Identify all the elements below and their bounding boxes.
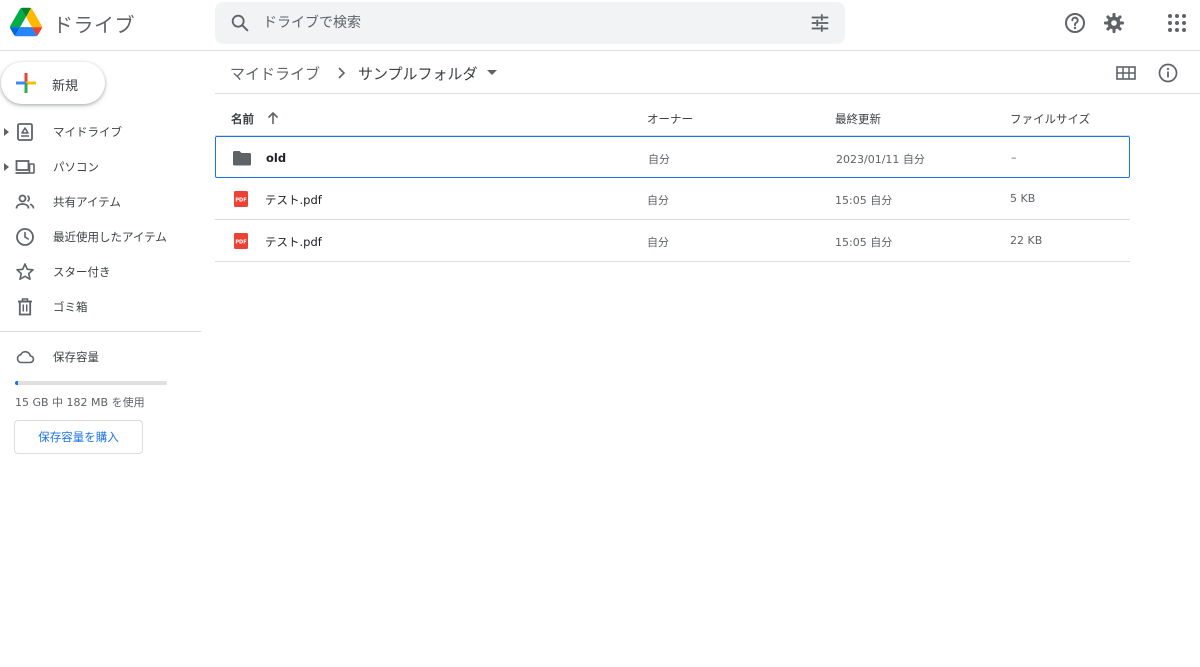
sidebar-item-label: 保存容量: [53, 350, 99, 364]
drive-logo-icon[interactable]: [10, 6, 42, 38]
column-header-size[interactable]: ファイルサイズ: [1010, 111, 1090, 127]
buy-storage-button[interactable]: 保存容量を購入: [14, 420, 143, 454]
new-button[interactable]: 新規: [1, 62, 105, 104]
chevron-right-icon: [338, 67, 346, 79]
breadcrumb-root[interactable]: マイドライブ: [230, 63, 320, 84]
column-header-owner[interactable]: オーナー: [647, 111, 693, 127]
file-name: テスト.pdf: [265, 235, 322, 249]
file-row-pdf[interactable]: PDF テスト.pdf 自分 15:05 自分 5 KB: [215, 178, 1130, 220]
sidebar-item-label: 共有アイテム: [53, 195, 121, 209]
file-name: テスト.pdf: [265, 193, 322, 207]
trash-icon: [18, 298, 32, 316]
file-size: –: [1011, 151, 1017, 164]
sort-up-arrow-icon[interactable]: [266, 110, 280, 126]
toolbar-divider: [215, 93, 1200, 94]
dropdown-arrow-icon[interactable]: [487, 70, 497, 75]
search-bar[interactable]: [215, 2, 845, 44]
sidebar-item-recent[interactable]: 最近使用したアイテム: [0, 220, 200, 254]
breadcrumb-current[interactable]: サンプルフォルダ: [358, 63, 478, 84]
svg-text:PDF: PDF: [235, 240, 246, 246]
sidebar-item-trash[interactable]: ゴミ箱: [0, 290, 200, 324]
sidebar-item-starred[interactable]: スター付き: [0, 255, 200, 289]
file-modified: 2023/01/11 自分: [836, 153, 925, 166]
storage-progress-bar: [15, 381, 167, 385]
sidebar-divider: [0, 331, 201, 332]
app-title: ドライブ: [53, 13, 135, 37]
sidebar-item-label: スター付き: [53, 265, 111, 279]
new-button-label: 新規: [52, 79, 79, 94]
file-row-folder-old[interactable]: old 自分 2023/01/11 自分 –: [215, 136, 1130, 178]
file-size: 5 KB: [1010, 192, 1036, 205]
recent-clock-icon: [16, 228, 34, 246]
file-modified: 15:05 自分: [835, 194, 893, 207]
help-icon[interactable]: [1063, 11, 1087, 35]
info-icon[interactable]: [1157, 62, 1179, 84]
file-size: 22 KB: [1010, 234, 1043, 247]
folder-icon: [233, 151, 251, 166]
sidebar-item-my-drive[interactable]: マイドライブ: [0, 115, 200, 149]
search-input[interactable]: [263, 10, 783, 36]
app-header: ドライブ: [0, 0, 1200, 51]
file-row-pdf[interactable]: PDF テスト.pdf 自分 15:05 自分 22 KB: [215, 220, 1130, 262]
storage-usage-text: 15 GB 中 182 MB を使用: [15, 396, 145, 409]
search-options-icon[interactable]: [809, 12, 831, 34]
sidebar-item-label: ゴミ箱: [53, 300, 88, 314]
pdf-file-icon: PDF: [234, 233, 248, 249]
expand-caret-icon[interactable]: [4, 128, 9, 136]
column-header-name[interactable]: 名前: [231, 111, 254, 127]
expand-caret-icon[interactable]: [4, 163, 9, 171]
file-owner: 自分: [647, 194, 669, 207]
file-owner: 自分: [648, 153, 670, 166]
sidebar-item-label: マイドライブ: [53, 125, 122, 139]
shared-icon: [15, 194, 35, 209]
file-name: old: [266, 151, 287, 165]
storage-progress-fill: [15, 381, 19, 385]
file-modified: 15:05 自分: [835, 236, 893, 249]
column-header-modified[interactable]: 最終更新: [835, 111, 881, 127]
svg-text:PDF: PDF: [235, 198, 246, 204]
search-icon[interactable]: [229, 12, 251, 34]
sidebar-item-label: パソコン: [53, 160, 99, 174]
cloud-icon: [16, 350, 35, 364]
apps-grid-icon[interactable]: [1165, 11, 1189, 35]
sidebar-item-label: 最近使用したアイテム: [53, 230, 167, 244]
sidebar-item-storage[interactable]: 保存容量: [0, 340, 200, 374]
computers-icon: [15, 160, 35, 174]
plus-icon: [16, 73, 36, 93]
my-drive-icon: [17, 123, 33, 141]
pdf-file-icon: PDF: [234, 191, 248, 207]
star-icon: [16, 263, 34, 280]
settings-gear-icon[interactable]: [1102, 11, 1126, 35]
sidebar-item-computers[interactable]: パソコン: [0, 150, 200, 184]
file-owner: 自分: [647, 236, 669, 249]
sidebar-item-shared[interactable]: 共有アイテム: [0, 185, 200, 219]
grid-view-icon[interactable]: [1115, 62, 1137, 84]
